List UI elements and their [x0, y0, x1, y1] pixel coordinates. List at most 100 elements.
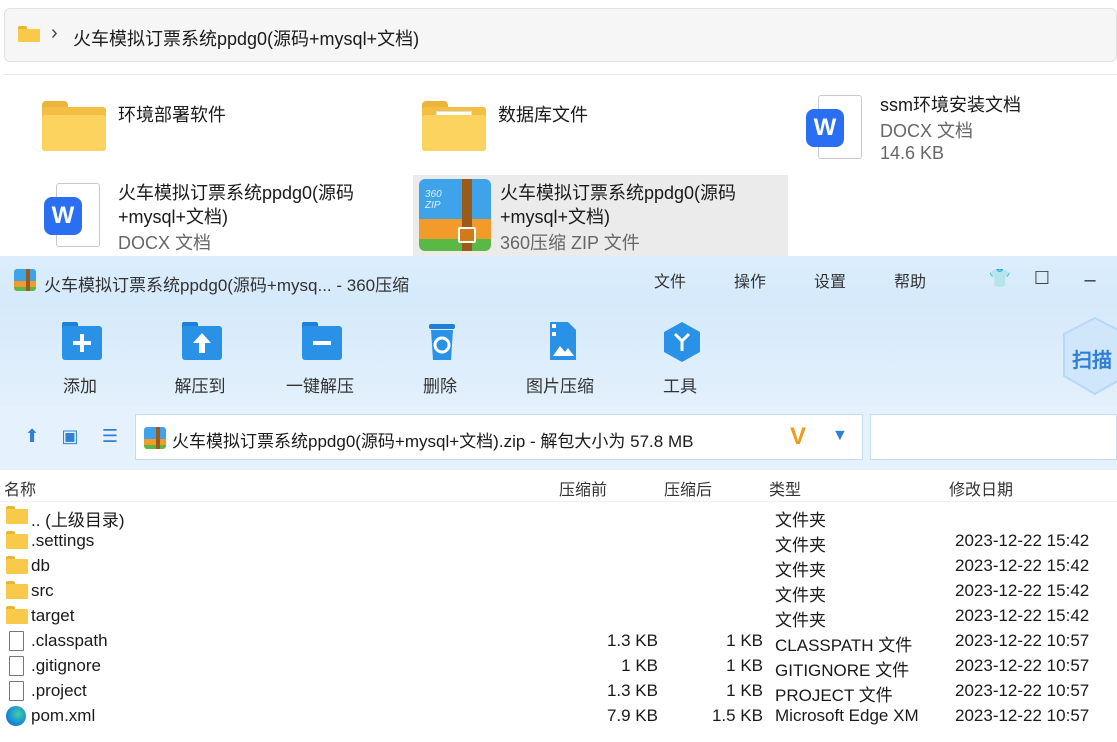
tool-label: 解压到 — [174, 377, 226, 396]
word-doc-icon: W — [44, 183, 100, 247]
folder-icon — [6, 556, 28, 576]
file-icon — [6, 681, 28, 701]
table-row[interactable]: .settings 文件夹 2023-12-22 15:42 — [0, 529, 1117, 555]
folder-icon — [42, 101, 106, 151]
folder-icon — [6, 581, 28, 601]
archive-path: 火车模拟订票系统ppdg0(源码+mysql+文档).zip - 解包大小为 5… — [172, 432, 694, 451]
file-grid: 环境部署软件 数据库文件 W ssm环境安装文档 DOCX 文档 14.6 KB… — [4, 74, 1117, 257]
row-original-size: 1.3 KB — [606, 631, 658, 650]
table-row[interactable]: target 文件夹 2023-12-22 15:42 — [0, 604, 1117, 630]
zip-archive-icon — [144, 427, 166, 449]
edge-browser-icon — [6, 706, 26, 726]
folder-icon — [6, 606, 28, 626]
row-type: 文件夹 — [775, 586, 826, 605]
col-type[interactable]: 类型 — [769, 476, 801, 500]
scan-label: 扫描 — [1072, 350, 1112, 372]
scan-shield-button[interactable]: 扫描 — [1060, 314, 1117, 398]
row-name: pom.xml — [31, 706, 96, 725]
toolbar: 添加 解压到 一键解压 删除 图片压缩 工具 扫描 — [0, 306, 1117, 406]
extract-to-button[interactable]: 解压到 — [150, 316, 250, 402]
folder-icon — [422, 101, 486, 151]
table-row[interactable]: db 文件夹 2023-12-22 15:42 — [0, 554, 1117, 580]
list-view-icon[interactable]: ☰ — [98, 426, 122, 448]
thumbnail-view-icon[interactable]: ▣ — [58, 426, 82, 448]
row-type: 文件夹 — [775, 536, 826, 555]
item-name: 数据库文件 — [498, 105, 588, 125]
add-button[interactable]: 添加 — [30, 316, 130, 402]
menu-action[interactable]: 操作 — [734, 268, 766, 292]
table-row[interactable]: .classpath 1.3 KB 1 KB CLASSPATH 文件 2023… — [0, 629, 1117, 655]
row-name: .. (上级目录) — [31, 511, 125, 530]
tool-label: 一键解压 — [286, 377, 354, 396]
tools-button[interactable]: 工具 — [630, 316, 730, 402]
menu-settings[interactable]: 设置 — [814, 268, 846, 292]
archive-path-box[interactable]: 火车模拟订票系统ppdg0(源码+mysql+文档).zip - 解包大小为 5… — [135, 414, 863, 460]
up-level-icon[interactable]: ⬆ — [20, 426, 44, 448]
row-date: 2023-12-22 10:57 — [955, 656, 1090, 675]
row-name: .classpath — [31, 631, 108, 650]
file-item-docx[interactable]: W 火车模拟订票系统ppdg0(源码 +mysql+文档) DOCX 文档 — [36, 175, 412, 255]
skin-shirt-icon[interactable]: 👕 — [988, 268, 1012, 290]
image-compress-button[interactable]: 图片压缩 — [510, 316, 610, 402]
file-item-ssm-doc[interactable]: W ssm环境安装文档 DOCX 文档 14.6 KB — [800, 89, 1117, 171]
folder-item-env[interactable]: 环境部署软件 — [40, 95, 400, 155]
word-doc-icon: W — [806, 95, 862, 159]
folder-icon — [6, 506, 28, 526]
search-input[interactable] — [870, 414, 1117, 460]
zip-archive-icon: 360 ZIP — [419, 179, 491, 251]
item-name: 火车模拟订票系统ppdg0(源码 — [500, 183, 737, 203]
row-original-size: 1.3 KB — [606, 681, 658, 700]
row-date: 2023-12-22 15:42 — [955, 606, 1090, 625]
col-original-size[interactable]: 压缩前 — [559, 476, 607, 500]
col-name[interactable]: 名称 — [4, 476, 36, 500]
table-row[interactable]: .. (上级目录) 文件夹 — [0, 504, 1117, 530]
file-item-zip-selected[interactable]: 360 ZIP 火车模拟订票系统ppdg0(源码 +mysql+文档) 360压缩… — [413, 175, 788, 257]
file-icon — [6, 656, 28, 676]
row-type: PROJECT 文件 — [775, 686, 893, 705]
tool-label: 工具 — [663, 377, 697, 396]
column-header: 名称 压缩前 压缩后 类型 修改日期 — [0, 470, 1117, 502]
table-row[interactable]: .gitignore 1 KB 1 KB GITIGNORE 文件 2023-1… — [0, 654, 1117, 680]
minimize-button[interactable]: – — [1070, 260, 1110, 300]
row-type: Microsoft Edge XM — [775, 706, 919, 725]
row-type: GITIGNORE 文件 — [775, 661, 910, 680]
row-compressed-size: 1 KB — [726, 631, 763, 650]
row-type: CLASSPATH 文件 — [775, 636, 913, 655]
row-type: 文件夹 — [775, 561, 826, 580]
item-type: 360压缩 ZIP 文件 — [500, 233, 640, 253]
breadcrumb[interactable]: 火车模拟订票系统ppdg0(源码+mysql+文档) — [73, 25, 419, 51]
row-name: db — [31, 556, 50, 575]
row-type: 文件夹 — [775, 511, 826, 530]
table-row[interactable]: src 文件夹 2023-12-22 15:42 — [0, 579, 1117, 605]
item-name: ssm环境安装文档 — [880, 95, 1021, 115]
tool-label: 删除 — [423, 377, 457, 396]
col-modified-date[interactable]: 修改日期 — [949, 476, 1013, 500]
dropdown-arrow-icon[interactable]: ▼ — [832, 427, 848, 445]
row-compressed-size: 1 KB — [726, 656, 763, 675]
quick-extract-folder-icon — [302, 322, 342, 360]
col-compressed-size[interactable]: 压缩后 — [664, 476, 712, 500]
folder-item-db[interactable]: 数据库文件 — [420, 95, 780, 155]
extract-folder-icon — [182, 322, 222, 360]
menu-file[interactable]: 文件 — [654, 268, 686, 292]
navigation-bar: ⬆ ▣ ☰ 火车模拟订票系统ppdg0(源码+mysql+文档).zip - 解… — [0, 406, 1117, 470]
recycle-bin-icon — [429, 324, 455, 360]
table-row[interactable]: .project 1.3 KB 1 KB PROJECT 文件 2023-12-… — [0, 679, 1117, 705]
verified-v-icon[interactable]: V — [790, 423, 806, 451]
row-date: 2023-12-22 10:57 — [955, 631, 1090, 650]
feedback-icon[interactable]: ☐ — [1030, 268, 1054, 290]
file-icon — [6, 631, 28, 651]
delete-button[interactable]: 删除 — [390, 316, 490, 402]
table-row[interactable]: pom.xml 7.9 KB 1.5 KB Microsoft Edge XM … — [0, 704, 1117, 729]
chevron-right-icon[interactable]: › — [51, 22, 58, 45]
address-bar[interactable]: › 火车模拟订票系统ppdg0(源码+mysql+文档) — [4, 8, 1117, 62]
row-date: 2023-12-22 15:42 — [955, 581, 1090, 600]
row-date: 2023-12-22 10:57 — [955, 706, 1090, 725]
maximize-button[interactable]: ▢ — [1108, 260, 1117, 300]
row-original-size: 7.9 KB — [606, 706, 658, 725]
title-bar[interactable]: 火车模拟订票系统ppdg0(源码+mysq... - 360压缩 文件 操作 设… — [0, 256, 1117, 306]
menu-help[interactable]: 帮助 — [894, 268, 926, 292]
tool-label: 添加 — [63, 377, 97, 396]
one-click-extract-button[interactable]: 一键解压 — [270, 316, 370, 402]
row-name: .settings — [31, 531, 95, 550]
